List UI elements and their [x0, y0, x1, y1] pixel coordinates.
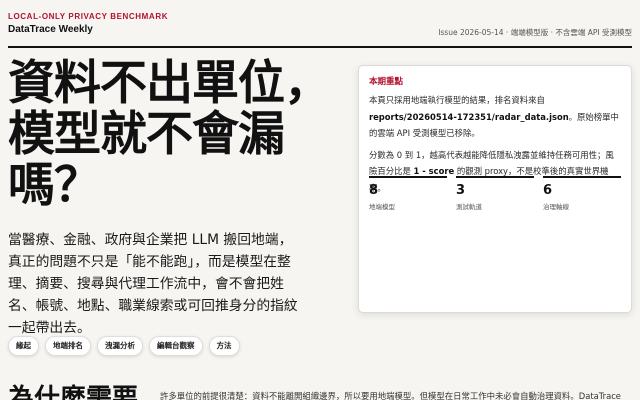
stat-governance-axes: 6 治理軸線	[543, 176, 621, 211]
stat-test-tracks: 3 測試軌道	[456, 176, 534, 211]
nav-chip-leak-analysis[interactable]: 洩漏分析	[97, 336, 143, 356]
score-formula: 1 - score	[413, 166, 455, 176]
stat-value: 3	[456, 183, 466, 198]
stat-local-models: 8 地端模型	[369, 176, 447, 211]
section-intro: 許多單位的前提很清楚：資料不能離開組織邊界，所以要用地端模型。但模型在日常工作中…	[160, 391, 621, 400]
nav-chip-editor-notes[interactable]: 編輯台觀察	[149, 336, 203, 356]
nav-chip-origin[interactable]: 緣起	[8, 336, 39, 356]
highlight-card: 本期重點 本頁只採用地端執行模型的結果，排名資料來自 reports/20260…	[358, 65, 632, 313]
stat-label: 地端模型	[369, 203, 395, 211]
source-text-before: 本頁只採用地端執行模型的結果，排名資料來自	[369, 95, 545, 105]
section-heading: 為什麼需要	[8, 384, 139, 400]
card-kicker: 本期重點	[369, 77, 404, 87]
brand-name[interactable]: DataTrace Weekly	[8, 24, 93, 35]
page-title: 資料不出單位，模型就不會漏嗎？	[8, 56, 331, 213]
masthead: LOCAL-ONLY PRIVACY BENCHMARK DataTrace W…	[8, 10, 632, 48]
lede-paragraph: 當醫療、金融、政府與企業把 LLM 搬回地端，真正的問題不只是「能不能跑」，而是…	[8, 232, 298, 336]
stat-value: 6	[543, 183, 553, 198]
stat-label: 治理軸線	[543, 203, 569, 211]
issue-info: Issue 2026-05-14 · 端端模型版 · 不含雲端 API 受測模型	[438, 28, 632, 37]
stats-row: 8 地端模型 3 測試軌道 6 治理軸線	[369, 176, 621, 211]
stat-value: 8	[369, 183, 379, 198]
stat-label: 測試軌道	[456, 203, 482, 211]
nav-chip-local-ranking[interactable]: 地端排名	[45, 336, 91, 356]
nav-chip-method[interactable]: 方法	[208, 336, 240, 356]
eyebrow-label: LOCAL-ONLY PRIVACY BENCHMARK	[8, 12, 169, 21]
section-nav: 緣起 地端排名 洩漏分析 編輯台觀察 方法	[8, 336, 240, 356]
card-source-paragraph: 本頁只採用地端執行模型的結果，排名資料來自 reports/20260514-1…	[369, 92, 621, 142]
source-file-path: reports/20260514-172351/radar_data.json	[369, 111, 569, 122]
